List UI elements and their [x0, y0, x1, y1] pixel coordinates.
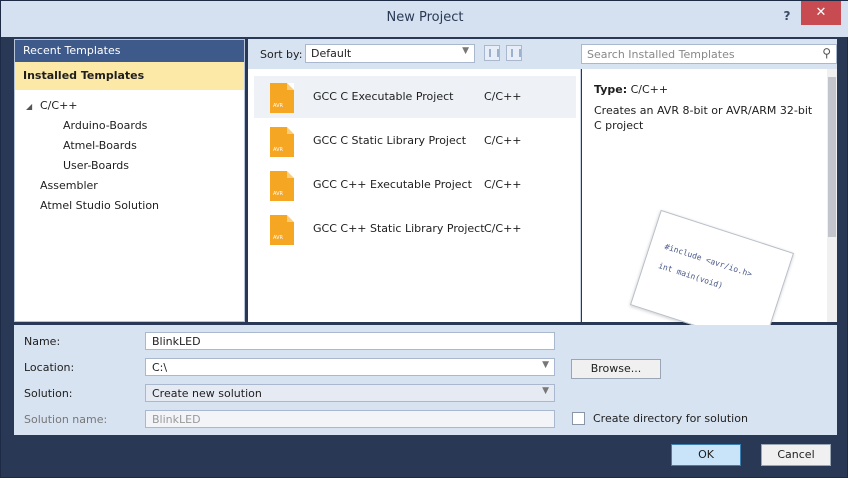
template-item[interactable]: AVR GCC C Executable Project C/C++ [254, 76, 576, 118]
list-view-icon[interactable] [484, 45, 500, 61]
folder-icon: AVR [270, 127, 294, 157]
template-toolbar: Sort by: Default ▼ [248, 39, 581, 69]
browse-button[interactable]: Browse... [571, 359, 661, 379]
sort-by-select[interactable]: Default ▼ [305, 44, 475, 63]
chevron-down-icon[interactable]: ▼ [542, 360, 549, 370]
chevron-down-icon[interactable]: ▼ [542, 386, 549, 396]
template-details-pane: Type: C/C++ Creates an AVR 8-bit or AVR/… [582, 69, 837, 349]
installed-templates-header[interactable]: Installed Templates [15, 62, 244, 90]
close-button[interactable]: ✕ [801, 1, 841, 25]
tree-item-atmel-boards[interactable]: Atmel-Boards [15, 136, 244, 156]
solution-select[interactable]: Create new solution ▼ [145, 384, 555, 402]
template-categories-pane: Recent Templates Installed Templates ◢ C/… [14, 39, 245, 322]
new-project-dialog: New Project ? ✕ Recent Templates Install… [0, 0, 848, 478]
tree-item-assembler[interactable]: Assembler [15, 176, 244, 196]
folder-icon: AVR [270, 215, 294, 245]
solution-label: Solution: [24, 387, 73, 400]
project-form: Name: BlinkLED Location: C:\ ▼ Browse... … [14, 325, 837, 435]
category-tree: ◢ C/C++ Arduino-Boards Atmel-Boards User-… [15, 90, 244, 216]
title-bar: New Project ? ✕ [1, 1, 848, 37]
details-type: Type: C/C++ [594, 83, 669, 96]
create-directory-checkbox[interactable] [572, 412, 585, 425]
tree-item-cpp[interactable]: ◢ C/C++ [15, 96, 244, 116]
tree-item-user-boards[interactable]: User-Boards [15, 156, 244, 176]
search-area: Search Installed Templates ⚲ [581, 39, 837, 69]
location-field[interactable]: C:\ ▼ [145, 358, 555, 376]
search-icon[interactable]: ⚲ [822, 46, 831, 60]
folder-icon: AVR [270, 171, 294, 201]
search-input[interactable]: Search Installed Templates ⚲ [581, 44, 837, 64]
ok-button[interactable]: OK [671, 444, 741, 466]
solution-name-field[interactable]: BlinkLED [145, 410, 555, 428]
tree-item-arduino-boards[interactable]: Arduino-Boards [15, 116, 244, 136]
template-item[interactable]: AVR GCC C++ Static Library Project C/C++ [254, 208, 576, 250]
template-list: AVR GCC C Executable Project C/C++ AVR G… [248, 69, 581, 322]
cancel-button[interactable]: Cancel [761, 444, 831, 466]
help-button[interactable]: ? [777, 9, 797, 27]
tree-item-atmel-studio-solution[interactable]: Atmel Studio Solution [15, 196, 244, 216]
name-label: Name: [24, 335, 61, 348]
details-scrollbar[interactable] [827, 69, 837, 322]
details-view-icon[interactable] [506, 45, 522, 61]
create-directory-label[interactable]: Create directory for solution [593, 412, 748, 425]
details-description: Creates an AVR 8-bit or AVR/ARM 32-bit C… [594, 104, 813, 132]
recent-templates-header[interactable]: Recent Templates [15, 40, 244, 62]
name-field[interactable]: BlinkLED [145, 332, 555, 350]
sort-by-label: Sort by: [260, 48, 303, 61]
dialog-title: New Project [386, 10, 464, 25]
location-label: Location: [24, 361, 75, 374]
scrollbar-thumb[interactable] [828, 77, 836, 237]
chevron-down-icon: ▼ [462, 46, 469, 56]
solution-name-label: Solution name: [24, 413, 108, 426]
template-item[interactable]: AVR GCC C++ Executable Project C/C++ [254, 164, 576, 206]
expand-triangle-icon[interactable]: ◢ [26, 97, 40, 117]
folder-icon: AVR [270, 83, 294, 113]
template-item[interactable]: AVR GCC C Static Library Project C/C++ [254, 120, 576, 162]
